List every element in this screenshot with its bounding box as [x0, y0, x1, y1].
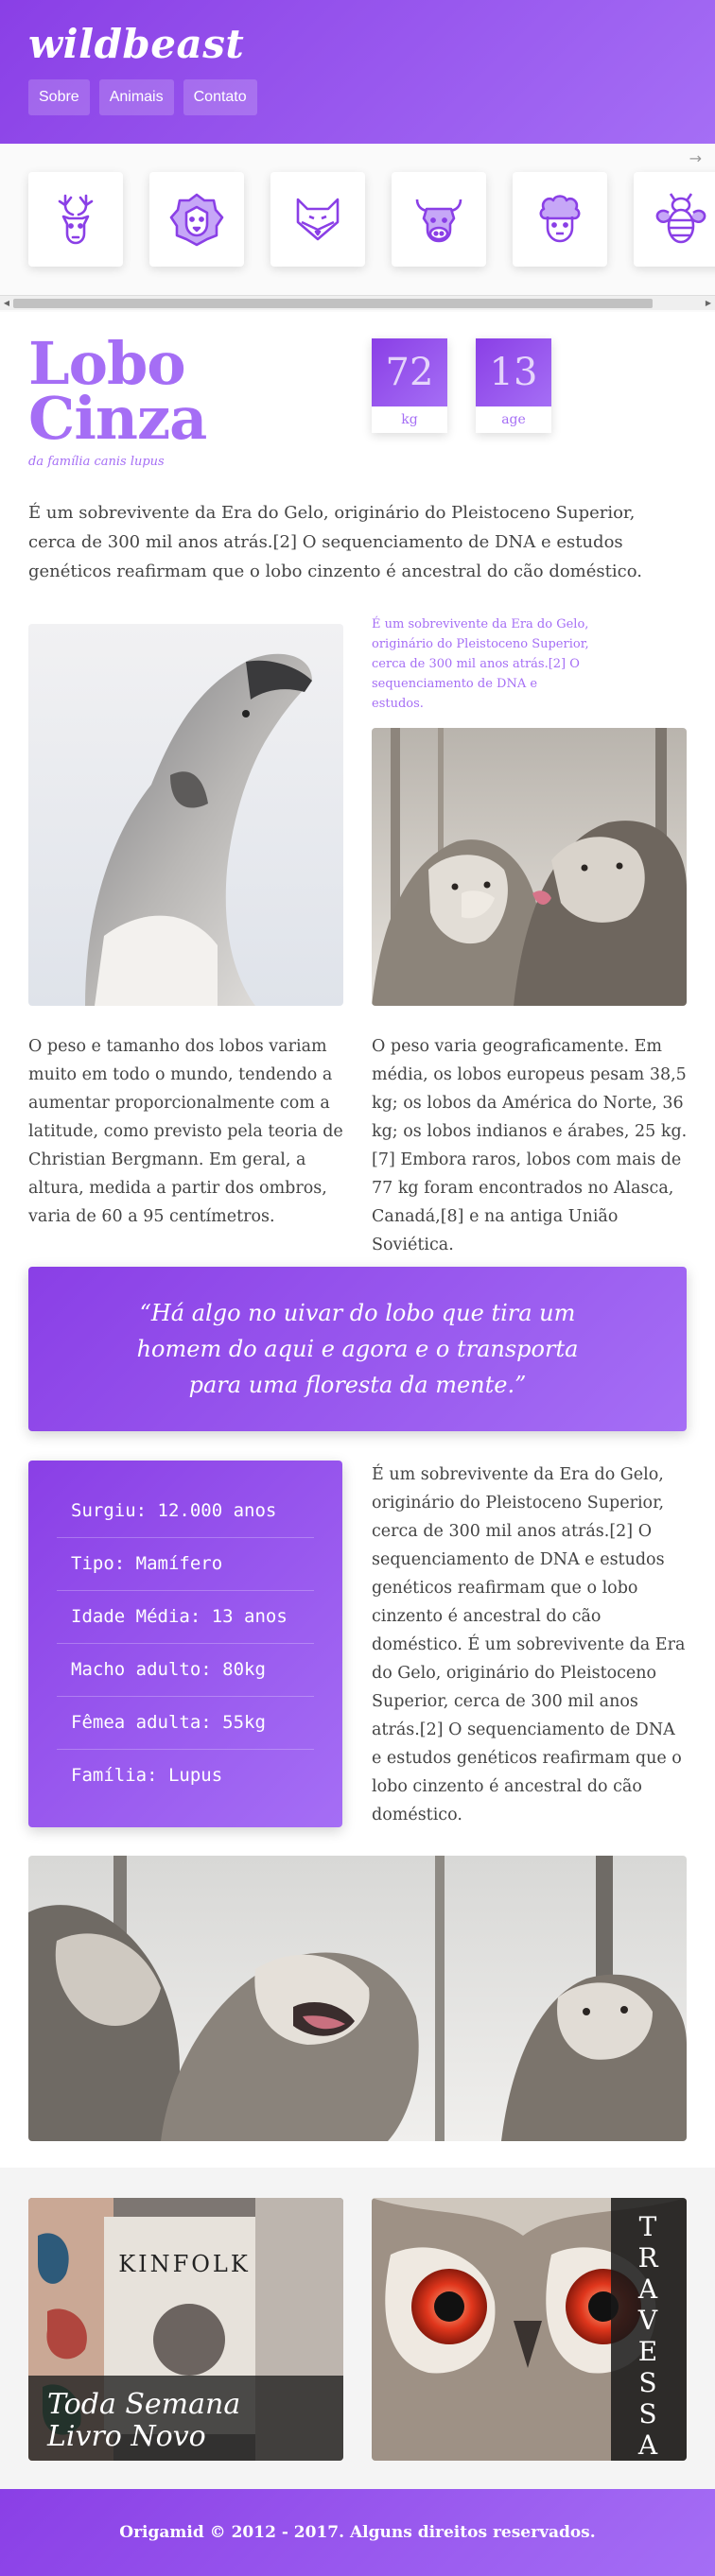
owl-tile-vertical-label: T R A V E S S A [611, 2198, 687, 2461]
bee-icon [655, 193, 706, 244]
animal-card-deer[interactable] [28, 172, 123, 267]
facts-list: Surgiu: 12.000 anos Tipo: Mamífero Idade… [28, 1461, 342, 1827]
weight-geography-paragraph: O peso varia geograficamente. Em média, … [372, 1037, 688, 1254]
stat-weight-unit: kg [401, 412, 418, 427]
fact-adult-male: Macho adulto: 80kg [57, 1644, 314, 1697]
fox-icon [296, 198, 340, 241]
book-tile-label-line2: Livro Novo [47, 2420, 206, 2453]
stat-weight: 72 kg [372, 338, 447, 433]
fact-family: Família: Lupus [71, 1765, 223, 1786]
site-footer: Origamid © 2012 - 2017. Alguns direitos … [0, 2489, 715, 2576]
book-tile[interactable]: KINFOLK Toda Semana Livro Novo [28, 2198, 343, 2461]
menu-item-animais[interactable]: Animais [98, 79, 174, 115]
animal-card-bull[interactable] [392, 172, 486, 267]
site-logo[interactable]: wildbeast [28, 21, 244, 67]
stat-weight-value: 72 [372, 338, 447, 406]
book-tile-label: Toda Semana Livro Novo [28, 2376, 343, 2461]
copyright-text: Origamid © 2012 - 2017. Alguns direitos … [119, 2523, 596, 2542]
book-cover-text: KINFOLK [118, 2251, 251, 2277]
photo-caption: É um sobrevivente da Era do Gelo, origin… [372, 617, 589, 711]
book-tile-label-line1: Toda Semana [47, 2388, 241, 2421]
two-wolves-photo [372, 728, 687, 1006]
animal-card-sheep[interactable] [513, 172, 607, 267]
stat-age-value: 13 [476, 338, 551, 406]
facts-paragraph: É um sobrevivente da Era do Gelo, origin… [372, 1465, 686, 1824]
stat-age-unit: age [501, 412, 526, 427]
main-menu: Sobre Animais Contato [28, 79, 257, 115]
fact-adult-female: Fêmea adulta: 55kg [57, 1697, 314, 1750]
quote-text: “Há algo no uivar do lobo que tira um ho… [136, 1300, 579, 1398]
deer-icon [58, 194, 94, 245]
fact-origin: Surgiu: 12.000 anos [57, 1485, 314, 1538]
animal-card-bee[interactable] [634, 172, 715, 267]
vertical-letter: T [638, 2211, 659, 2242]
animal-card-lion[interactable] [149, 172, 244, 267]
menu-item-sobre[interactable]: Sobre [28, 79, 90, 115]
sheep-icon [539, 195, 581, 243]
scroll-left-icon[interactable]: ◀ [2, 299, 11, 308]
vertical-letter: V [637, 2305, 660, 2336]
fact-average-age: Idade Média: 13 anos [57, 1591, 314, 1644]
owl-tile[interactable]: T R A V E S S A [372, 2198, 687, 2461]
animal-subtitle: da família canis lupus [28, 455, 165, 469]
vertical-letter: A [637, 2429, 660, 2461]
horizontal-scrollbar[interactable]: ◀ ▶ [0, 295, 715, 310]
vertical-letter: A [637, 2273, 660, 2305]
site-header: wildbeast Sobre Animais Contato [0, 0, 715, 144]
animals-strip: → ◀ ▶ [0, 144, 715, 312]
animal-card-fox[interactable] [270, 172, 365, 267]
wolf-quote: “Há algo no uivar do lobo que tira um ho… [28, 1267, 687, 1431]
vertical-letter: S [638, 2367, 659, 2398]
lion-icon [169, 193, 224, 247]
animal-title: Lobo Cinza [28, 335, 207, 448]
howling-wolf-photo [28, 624, 343, 1006]
vertical-letter: S [638, 2398, 659, 2429]
stat-age: 13 age [476, 338, 551, 433]
intro-paragraph: É um sobrevivente da Era do Gelo, origin… [28, 503, 642, 581]
menu-item-contato[interactable]: Contato [183, 79, 257, 115]
weight-size-paragraph: O peso e tamanho dos lobos variam muito … [28, 1037, 343, 1226]
wolf-pack-photo [28, 1856, 687, 2141]
fact-type: Tipo: Mamífero [57, 1538, 314, 1591]
vertical-letter: R [637, 2242, 660, 2273]
arrow-right-icon: → [689, 149, 702, 167]
bull-icon [415, 199, 462, 243]
scroll-thumb[interactable] [13, 299, 653, 308]
vertical-letter: E [637, 2336, 660, 2367]
scroll-right-icon[interactable]: ▶ [704, 299, 713, 308]
animal-title-line2: Cinza [28, 384, 207, 453]
